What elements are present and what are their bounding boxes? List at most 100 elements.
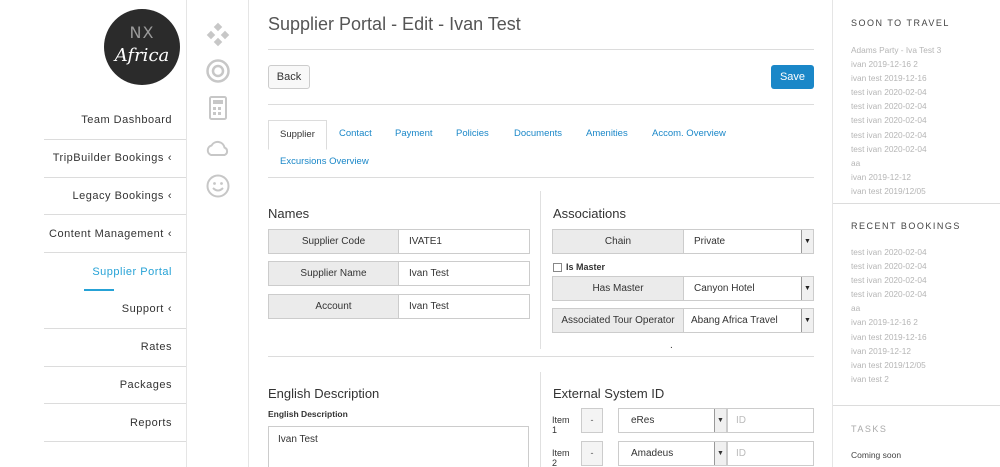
checkbox-box[interactable] bbox=[553, 262, 562, 272]
nav-item-label: Support bbox=[121, 303, 164, 316]
english-description-title: English Description bbox=[268, 386, 380, 401]
field-label: Account bbox=[269, 295, 399, 318]
smiley-icon[interactable] bbox=[205, 173, 231, 199]
has-master-select[interactable]: Canyon Hotel bbox=[684, 277, 801, 300]
nav-item-team-dashboard[interactable]: Team Dashboard bbox=[44, 102, 186, 140]
account-input[interactable]: Ivan Test bbox=[399, 295, 529, 318]
left-nav: NX Africa Team Dashboard TripBuilder Boo… bbox=[0, 0, 187, 467]
system-select-value: Amadeus bbox=[631, 448, 674, 459]
list-item[interactable]: Adams Party - Iva Test 3 bbox=[851, 43, 941, 57]
nav-item-label: Packages bbox=[119, 378, 172, 391]
has-master-field[interactable]: Has Master Canyon Hotel ▼ bbox=[552, 276, 814, 301]
list-item[interactable]: ivan 2019-12-16 2 bbox=[851, 315, 927, 329]
is-master-checkbox[interactable]: Is Master bbox=[553, 262, 605, 272]
tasks-status: Coming soon bbox=[851, 450, 902, 460]
nav-item-label: TripBuilder Bookings bbox=[52, 152, 164, 165]
associations-section-title: Associations bbox=[553, 206, 626, 221]
back-button[interactable]: Back bbox=[268, 65, 310, 89]
list-item[interactable]: test ivan 2020-02-04 bbox=[851, 259, 927, 273]
list-item[interactable]: test ivan 2020-02-04 bbox=[851, 113, 941, 127]
chevron-down-icon[interactable]: ▼ bbox=[714, 409, 726, 432]
tab-contact[interactable]: Contact bbox=[339, 120, 372, 148]
tab-documents[interactable]: Documents bbox=[514, 120, 562, 148]
soon-to-travel-list: Adams Party - Iva Test 3 ivan 2019-12-16… bbox=[851, 43, 941, 198]
field-label: Associated Tour Operator bbox=[553, 309, 684, 332]
chevron-down-icon[interactable]: ▼ bbox=[714, 442, 726, 465]
chevron-down-icon[interactable]: ▼ bbox=[801, 230, 813, 253]
tab-bar: Supplier Contact Payment Policies Docume… bbox=[268, 120, 814, 178]
tab-accom-overview[interactable]: Accom. Overview bbox=[652, 120, 726, 148]
remove-item-button[interactable]: - bbox=[581, 408, 603, 433]
list-item[interactable]: ivan test 2019-12-16 bbox=[851, 330, 927, 344]
divider bbox=[833, 405, 1000, 406]
logo-text: Africa bbox=[114, 45, 170, 66]
chevron-down-icon[interactable]: ▼ bbox=[801, 277, 813, 300]
nav-item-label: Reports bbox=[129, 416, 172, 429]
english-description-textarea[interactable]: Ivan Test bbox=[268, 426, 529, 467]
supplier-code-input[interactable]: IVATE1 bbox=[399, 230, 529, 253]
list-item[interactable]: test ivan 2020-02-04 bbox=[851, 245, 927, 259]
tab-policies[interactable]: Policies bbox=[456, 120, 489, 148]
app-root: NX Africa Team Dashboard TripBuilder Boo… bbox=[0, 0, 1000, 467]
logo-mark: NX bbox=[129, 23, 155, 42]
list-item[interactable]: ivan 2019-12-16 2 bbox=[851, 57, 941, 71]
list-item[interactable]: ivan 2019-12-12 bbox=[851, 344, 927, 358]
list-item[interactable]: aa bbox=[851, 156, 941, 170]
list-item[interactable]: aa bbox=[851, 301, 927, 315]
supplier-name-input[interactable]: Ivan Test bbox=[399, 262, 529, 285]
list-item[interactable]: ivan test 2 bbox=[851, 372, 927, 386]
save-button[interactable]: Save bbox=[771, 65, 814, 89]
tab-payment[interactable]: Payment bbox=[395, 120, 433, 148]
nav-item-tripbuilder-bookings[interactable]: TripBuilder Bookings ‹ bbox=[44, 140, 186, 178]
nav-item-reports[interactable]: Reports bbox=[44, 404, 186, 443]
list-item[interactable]: test ivan 2020-02-04 bbox=[851, 142, 941, 156]
chevron-down-icon[interactable]: ▼ bbox=[801, 309, 813, 332]
nav-item-label: Content Management bbox=[49, 227, 164, 240]
nav-item-rates[interactable]: Rates bbox=[44, 329, 186, 367]
recent-bookings-title: RECENT BOOKINGS bbox=[851, 221, 961, 231]
external-id-input[interactable]: ID bbox=[727, 408, 814, 433]
tab-amenities[interactable]: Amenities bbox=[586, 120, 628, 148]
logo[interactable]: NX Africa bbox=[104, 9, 180, 85]
calculator-icon[interactable] bbox=[205, 95, 231, 121]
nav-item-content-management[interactable]: Content Management ‹ bbox=[44, 215, 186, 254]
external-system-id-title: External System ID bbox=[553, 386, 665, 401]
puzzle-icon[interactable] bbox=[205, 22, 231, 48]
tour-operator-select[interactable]: Abang Africa Travel bbox=[684, 309, 801, 332]
item-label: Item 2 bbox=[552, 448, 570, 467]
chain-select[interactable]: Private bbox=[684, 230, 801, 253]
system-select[interactable]: eRes ▼ bbox=[618, 408, 727, 433]
list-item[interactable]: ivan 2019-12-12 bbox=[851, 170, 941, 184]
lifebuoy-icon[interactable] bbox=[205, 58, 231, 84]
supplier-name-field[interactable]: Supplier Name Ivan Test bbox=[268, 261, 530, 286]
list-item[interactable]: test ivan 2020-02-04 bbox=[851, 287, 927, 301]
external-id-input[interactable]: ID bbox=[727, 441, 814, 466]
list-item[interactable]: ivan test 2019-12-16 bbox=[851, 71, 941, 85]
divider bbox=[833, 203, 1000, 204]
system-select[interactable]: Amadeus ▼ bbox=[618, 441, 727, 466]
list-item[interactable]: test ivan 2020-02-04 bbox=[851, 99, 941, 113]
list-item[interactable]: test ivan 2020-02-04 bbox=[851, 85, 941, 99]
cloud-icon[interactable] bbox=[205, 136, 231, 162]
list-item[interactable]: test ivan 2020-02-04 bbox=[851, 128, 941, 142]
names-section-title: Names bbox=[268, 206, 310, 221]
nav-item-supplier-portal[interactable]: Supplier Portal bbox=[44, 253, 186, 291]
nav-item-support[interactable]: Support ‹ bbox=[44, 291, 186, 329]
tab-excursions-overview[interactable]: Excursions Overview bbox=[280, 148, 369, 176]
remove-item-button[interactable]: - bbox=[581, 441, 603, 466]
supplier-code-field[interactable]: Supplier Code IVATE1 bbox=[268, 229, 530, 254]
field-label: Supplier Code bbox=[269, 230, 399, 253]
nav-item-label: Supplier Portal bbox=[92, 265, 172, 278]
list-item[interactable]: ivan test 2019/12/05 bbox=[851, 184, 941, 198]
nav-item-packages[interactable]: Packages bbox=[44, 367, 186, 405]
tour-operator-field[interactable]: Associated Tour Operator Abang Africa Tr… bbox=[552, 308, 814, 333]
list-item[interactable]: test ivan 2020-02-04 bbox=[851, 273, 927, 287]
account-field[interactable]: Account Ivan Test bbox=[268, 294, 530, 319]
chain-field[interactable]: Chain Private ▼ bbox=[552, 229, 814, 254]
chevron-left-icon: ‹ bbox=[167, 303, 172, 316]
field-label: Chain bbox=[553, 230, 684, 253]
list-item[interactable]: ivan test 2019/12/05 bbox=[851, 358, 927, 372]
column-divider bbox=[540, 191, 541, 349]
tab-supplier[interactable]: Supplier bbox=[268, 120, 327, 150]
nav-item-legacy-bookings[interactable]: Legacy Bookings ‹ bbox=[44, 178, 186, 216]
